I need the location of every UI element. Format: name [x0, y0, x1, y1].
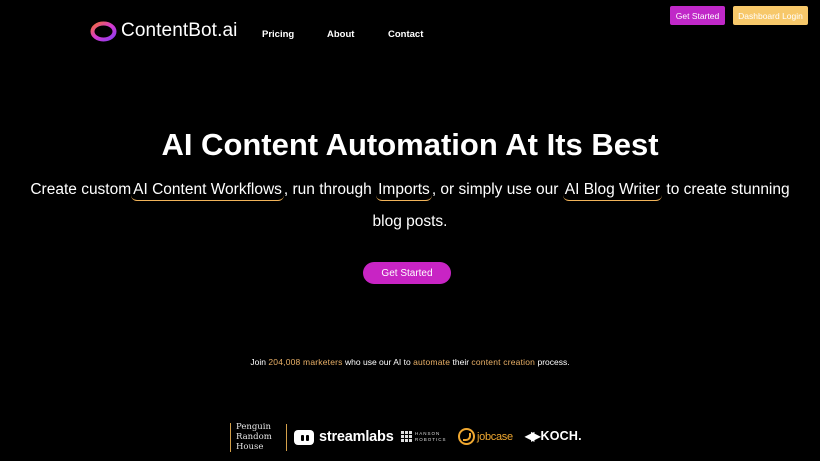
hanson-wordmark: HANSON ROBOTICS — [415, 431, 447, 442]
contentbot-logo-icon — [90, 21, 117, 41]
social-proof-text: Join 204,008 marketers who use our AI to… — [0, 357, 820, 367]
logo-divider — [286, 424, 287, 451]
automate-highlight: automate — [413, 357, 451, 367]
hanson-grid-icon — [401, 431, 412, 442]
hero-text-create: Create custom — [30, 181, 132, 198]
brand-logo[interactable]: ContentBot.ai — [90, 20, 237, 42]
koch-mark-icon: ◀▶ — [525, 429, 541, 443]
nav-contact[interactable]: Contact — [388, 29, 423, 40]
penguin-line1: Penguin — [236, 422, 271, 432]
dashboard-login-button[interactable]: Dashboard Login — [733, 6, 808, 25]
jobcase-wordmark: jobcase — [477, 430, 513, 443]
koch-logo: ◀▶ KOCH. — [525, 429, 582, 443]
streamlabs-icon — [294, 429, 314, 445]
penguin-line3: House — [236, 442, 264, 452]
join-prefix: Join — [250, 357, 266, 367]
hanson-line2: ROBOTICS — [415, 436, 447, 442]
streamlabs-wordmark: streamlabs — [319, 429, 394, 445]
jobcase-logo: jobcase — [458, 428, 513, 445]
penguin-random-house-logo: Penguin Random House — [228, 422, 286, 454]
marketer-count: 204,008 marketers — [268, 357, 343, 367]
ai-content-workflows-link[interactable]: AI Content Workflows — [131, 181, 284, 201]
hero-text-create-stunning: to create stunning — [662, 181, 790, 198]
join-mid2: their — [452, 357, 470, 367]
join-suffix: process. — [537, 357, 570, 367]
hero-get-started-button[interactable]: Get Started — [363, 262, 451, 284]
nav-pricing[interactable]: Pricing — [262, 29, 294, 40]
ai-blog-writer-link[interactable]: AI Blog Writer — [562, 181, 663, 201]
streamlabs-logo: streamlabs — [294, 429, 394, 445]
hero-subtitle-line1: Create custom AI Content Workflows, run t… — [0, 181, 820, 201]
content-creation-highlight: content creation — [471, 357, 536, 367]
hero-title: AI Content Automation At Its Best — [161, 127, 659, 162]
imports-link[interactable]: Imports — [376, 181, 432, 201]
hanson-robotics-logo: HANSON ROBOTICS — [401, 431, 447, 442]
penguin-line2: Random — [236, 432, 272, 442]
koch-wordmark: KOCH. — [540, 429, 582, 443]
brand-name: ContentBot.ai — [121, 20, 238, 41]
hero-text-run-through: , run through — [283, 181, 372, 198]
join-mid1: who use our AI to — [345, 357, 411, 367]
header-get-started-button[interactable]: Get Started — [670, 6, 725, 25]
jobcase-icon — [458, 428, 475, 445]
nav-about[interactable]: About — [327, 29, 354, 40]
hero-subtitle-line2: blog posts. — [372, 213, 448, 230]
hero-text-or-use: , or simply use our — [431, 181, 559, 198]
